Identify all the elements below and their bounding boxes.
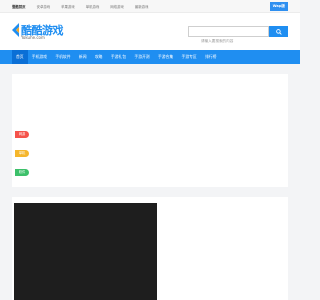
search-box: [188, 26, 269, 46]
top-link-apple-games[interactable]: 苹果游戏: [61, 4, 75, 9]
search-icon: [275, 28, 282, 35]
content-panel: [12, 197, 288, 300]
nav-item-gift-packs[interactable]: 手游礼包: [107, 50, 131, 64]
category-tags: 网游 单机 软件: [15, 131, 29, 176]
nav-item-mobile-games[interactable]: 手机游戏: [28, 50, 52, 64]
logo-url: Yokuhe.com: [21, 35, 45, 40]
nav-item-game-collections[interactable]: 手游合集: [154, 50, 178, 64]
nav-item-rankings[interactable]: 排行榜: [201, 50, 221, 64]
top-link-online-games[interactable]: 网络游戏: [110, 4, 124, 9]
featured-panel: 网游 单机 软件: [12, 74, 288, 187]
main-nav: 首页 手机游戏 手机软件 新闻 攻略 手游礼包 手游开测 手游合集 手游专区 排…: [0, 50, 300, 64]
nav-item-news[interactable]: 新闻: [75, 50, 91, 64]
top-bar: 壹酷首页 安卓游戏 苹果游戏 单机游戏 网络游戏 最新游戏 Wap版: [0, 0, 300, 13]
nav-item-game-tests[interactable]: 手游开测: [130, 50, 154, 64]
logo-chevron-icon: [12, 23, 19, 37]
wap-version-button[interactable]: Wap版: [269, 2, 288, 11]
video-player[interactable]: [14, 203, 157, 300]
tag-single-player[interactable]: 单机: [15, 150, 29, 157]
search-input[interactable]: [189, 36, 268, 46]
top-links: 壹酷首页 安卓游戏 苹果游戏 单机游戏 网络游戏 最新游戏: [12, 0, 148, 13]
header: 酷酷游戏 Yokuhe.com: [0, 13, 300, 50]
top-link-latest-games[interactable]: 最新游戏: [135, 4, 149, 9]
nav-item-home[interactable]: 首页: [12, 50, 28, 64]
top-link-home[interactable]: 壹酷首页: [12, 4, 26, 9]
site-logo[interactable]: 酷酷游戏 Yokuhe.com: [12, 21, 64, 43]
top-link-android-games[interactable]: 安卓游戏: [37, 4, 51, 9]
nav-item-game-zones[interactable]: 手游专区: [177, 50, 201, 64]
tag-software[interactable]: 软件: [15, 169, 29, 176]
nav-item-mobile-software[interactable]: 手机软件: [51, 50, 75, 64]
nav-item-guides[interactable]: 攻略: [91, 50, 107, 64]
tag-online-games[interactable]: 网游: [15, 131, 29, 138]
top-link-single-player-games[interactable]: 单机游戏: [86, 4, 100, 9]
search-button[interactable]: [269, 26, 288, 37]
